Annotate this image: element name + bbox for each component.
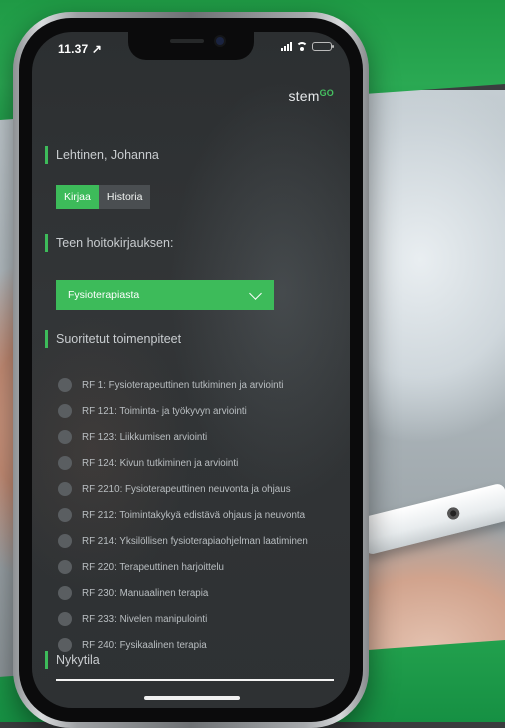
procedure-item[interactable]: RF 212: Toimintakykyä edistävä ohjaus ja…	[58, 502, 348, 528]
radio-button[interactable]	[58, 456, 72, 470]
radio-button[interactable]	[58, 560, 72, 574]
procedure-label: RF 220: Terapeuttinen harjoittelu	[82, 561, 224, 573]
procedure-label: RF 230: Manuaalinen terapia	[82, 587, 209, 599]
tab-historia[interactable]: Historia	[98, 185, 151, 209]
logo-superscript: GO	[319, 88, 334, 98]
procedure-item[interactable]: RF 124: Kivun tutkiminen ja arviointi	[58, 450, 348, 476]
radio-button[interactable]	[58, 430, 72, 444]
wifi-icon	[296, 42, 308, 51]
procedure-label: RF 240: Fysikaalinen terapia	[82, 639, 207, 651]
procedure-label: RF 214: Yksilöllisen fysioterapiaohjelma…	[82, 535, 308, 547]
radio-button[interactable]	[58, 378, 72, 392]
radio-button[interactable]	[58, 508, 72, 522]
speaker-grille	[170, 39, 204, 43]
status-heading: Nykytila	[45, 651, 100, 669]
procedure-label: RF 124: Kivun tutkiminen ja arviointi	[82, 457, 239, 469]
procedures-heading: Suoritetut toimenpiteet	[45, 330, 181, 348]
procedure-item[interactable]: RF 2210: Fysioterapeuttinen neuvonta ja …	[58, 476, 348, 502]
procedure-item[interactable]: RF 214: Yksilöllisen fysioterapiaohjelma…	[58, 528, 348, 554]
procedure-item[interactable]: RF 220: Terapeuttinen harjoittelu	[58, 554, 348, 580]
entry-heading: Teen hoitokirjauksen:	[45, 234, 173, 252]
status-icons	[281, 42, 334, 51]
chevron-down-icon	[249, 287, 262, 300]
tab-group: Kirjaa Historia	[56, 185, 151, 209]
radio-button[interactable]	[58, 612, 72, 626]
procedure-label: RF 2210: Fysioterapeuttinen neuvonta ja …	[82, 483, 291, 495]
procedure-label: RF 1: Fysioterapeuttinen tutkiminen ja a…	[82, 379, 284, 391]
radio-button[interactable]	[58, 482, 72, 496]
radio-button[interactable]	[58, 586, 72, 600]
procedure-item[interactable]: RF 121: Toiminta- ja työkyvyn arviointi	[58, 398, 348, 424]
phone-frame: 11.37 ↗ stemGO Lehtinen, Johanna Kirjaa …	[13, 12, 369, 728]
procedure-item[interactable]: RF 230: Manuaalinen terapia	[58, 580, 348, 606]
input-underline[interactable]	[56, 679, 334, 681]
notch	[128, 32, 254, 60]
logo-text: stem	[288, 88, 320, 104]
signal-icon	[281, 42, 292, 51]
procedure-list: RF 1: Fysioterapeuttinen tutkiminen ja a…	[58, 372, 348, 658]
procedure-item[interactable]: RF 240: Fysikaalinen terapia	[58, 632, 348, 658]
home-indicator[interactable]	[144, 696, 240, 700]
procedure-label: RF 123: Liikkumisen arviointi	[82, 431, 208, 443]
procedure-label: RF 121: Toiminta- ja työkyvyn arviointi	[82, 405, 247, 417]
procedure-label: RF 233: Nivelen manipulointi	[82, 613, 208, 625]
tab-kirjaa[interactable]: Kirjaa	[56, 185, 99, 209]
procedure-item[interactable]: RF 123: Liikkumisen arviointi	[58, 424, 348, 450]
radio-button[interactable]	[58, 534, 72, 548]
procedure-item[interactable]: RF 1: Fysioterapeuttinen tutkiminen ja a…	[58, 372, 348, 398]
app-logo: stemGO	[288, 88, 334, 104]
patient-name: Lehtinen, Johanna	[45, 146, 159, 164]
radio-button[interactable]	[58, 638, 72, 652]
procedure-label: RF 212: Toimintakykyä edistävä ohjaus ja…	[82, 509, 306, 521]
radio-button[interactable]	[58, 404, 72, 418]
entry-type-select-value: Fysioterapiasta	[68, 289, 140, 301]
status-time: 11.37 ↗	[58, 42, 103, 56]
front-camera-icon	[216, 37, 224, 45]
battery-icon	[312, 42, 334, 51]
phone-screen: 11.37 ↗ stemGO Lehtinen, Johanna Kirjaa …	[32, 32, 350, 708]
entry-type-select[interactable]: Fysioterapiasta	[56, 280, 274, 310]
procedure-item[interactable]: RF 233: Nivelen manipulointi	[58, 606, 348, 632]
